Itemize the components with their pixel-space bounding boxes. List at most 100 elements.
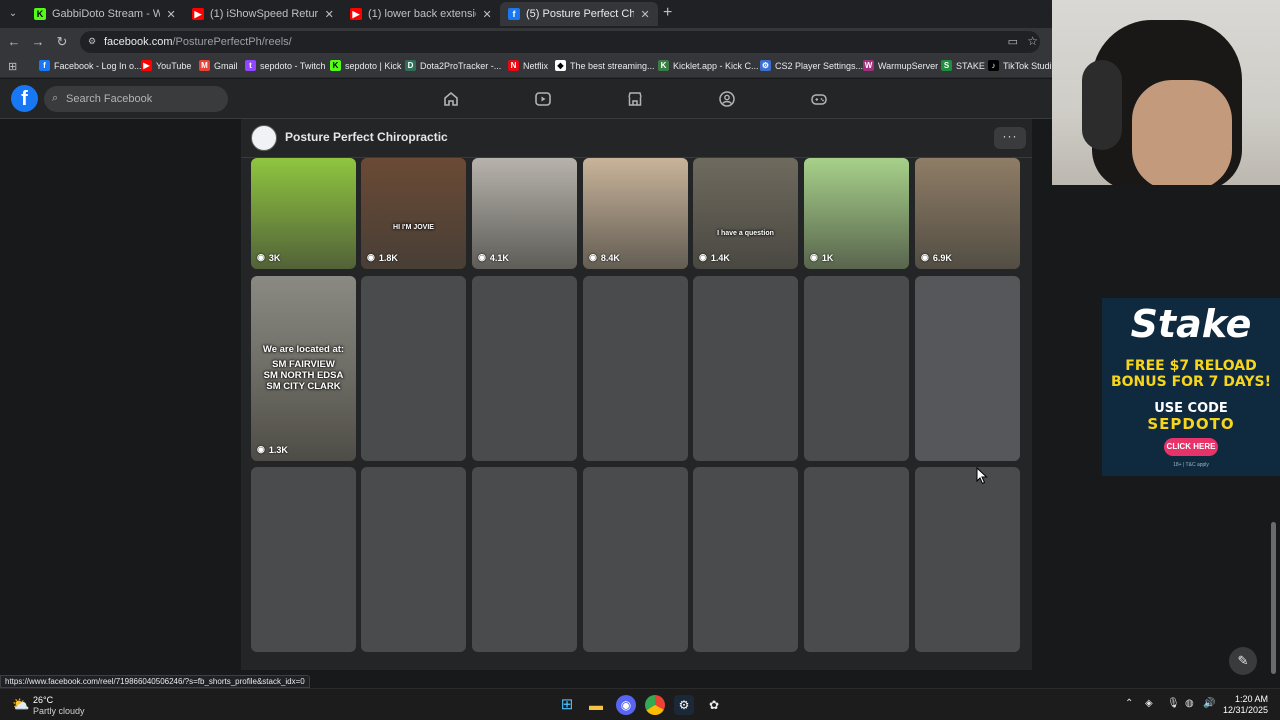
back-icon[interactable]: ← xyxy=(6,34,22,50)
reel-loading-placeholder xyxy=(915,276,1020,461)
bookmark-item[interactable]: M Gmail xyxy=(199,60,238,71)
bookmark-label: STAKE xyxy=(956,60,985,71)
browser-tab[interactable]: ▶ (1) lower back extension - YouT ✕ xyxy=(342,2,500,26)
bookmark-star-icon[interactable]: ☆ xyxy=(1027,34,1038,48)
cast-icon[interactable]: ▭ xyxy=(1008,35,1018,48)
reel-thumbnail[interactable]: ◉ 8.4K xyxy=(583,158,688,269)
network-icon[interactable]: ◍ xyxy=(1185,698,1194,709)
reel-loading-placeholder xyxy=(804,276,909,461)
system-clock[interactable]: 1:20 AM 12/31/2025 xyxy=(1223,694,1268,716)
gaming-icon[interactable] xyxy=(810,90,828,108)
reel-thumbnail[interactable]: ◉ 1K xyxy=(804,158,909,269)
reel-thumbnail[interactable]: I have a question ◉ 1.4K xyxy=(693,158,798,269)
stake-icon: S xyxy=(941,60,952,71)
reel-thumbnail[interactable]: ◉ 3K xyxy=(251,158,356,269)
close-tab-icon[interactable]: ✕ xyxy=(166,8,176,21)
address-bar[interactable]: ⚙ facebook.com/PosturePerfectPh/reels/ ▭… xyxy=(80,31,1040,53)
bookmark-item[interactable]: K Kicklet.app - Kick C... xyxy=(658,60,759,71)
streaming-icon: ◆ xyxy=(555,60,566,71)
new-tab-button[interactable]: + xyxy=(663,5,672,21)
address-url[interactable]: facebook.com/PosturePerfectPh/reels/ xyxy=(104,36,292,48)
apps-grid-icon[interactable]: ⊞ xyxy=(8,60,17,73)
bookmark-item[interactable]: S STAKE xyxy=(941,60,985,71)
browser-tab[interactable]: f (5) Posture Perfect Chiropractic ✕ xyxy=(500,2,658,26)
reel-view-count: ◉ 1K xyxy=(810,252,834,263)
scrollbar[interactable] xyxy=(1271,522,1276,674)
reel-thumbnail[interactable]: ◉ 6.9K xyxy=(915,158,1020,269)
bookmark-item[interactable]: ♪ TikTok Studio xyxy=(988,60,1057,71)
close-tab-icon[interactable]: ✕ xyxy=(324,8,334,21)
home-icon[interactable] xyxy=(442,90,460,108)
youtube-icon: ▶ xyxy=(141,60,152,71)
browser-tab[interactable]: ▶ (1) iShowSpeed Returns to POL ✕ xyxy=(184,2,342,26)
reel-thumbnail[interactable]: HI I'M JOVIE ◉ 1.8K xyxy=(361,158,466,269)
bookmark-item[interactable]: Ksepdoto | Kick xyxy=(330,60,401,71)
page-title[interactable]: Posture Perfect Chiropractic xyxy=(285,130,448,144)
reel-loading-placeholder xyxy=(583,276,688,461)
bookmark-item[interactable]: W WarmupServer xyxy=(863,60,938,71)
bookmark-item[interactable]: N Netflix xyxy=(508,60,548,71)
discord-icon[interactable]: ◉ xyxy=(616,695,636,715)
bookmark-item[interactable]: t sepdoto - Twitch xyxy=(245,60,325,71)
page-header: Posture Perfect Chiropractic ··· xyxy=(241,119,1032,158)
bookmark-item[interactable]: ▶ YouTube xyxy=(141,60,191,71)
bookmark-label: Facebook - Log In o... xyxy=(54,60,142,71)
windows-start-icon[interactable]: ⊞ xyxy=(557,695,577,715)
ad-code-label: USE CODE xyxy=(1154,401,1228,416)
bookmark-label: Dota2ProTracker -... xyxy=(420,60,502,71)
facebook-logo-icon[interactable]: f xyxy=(11,85,38,112)
bookmark-label: CS2 Player Settings... xyxy=(775,60,864,71)
stake-ad-banner[interactable]: Stake FREE $7 RELOAD BONUS FOR 7 DAYS! U… xyxy=(1102,298,1280,476)
tab-search-button[interactable]: ⌄ xyxy=(4,5,22,23)
reload-icon[interactable]: ↻ xyxy=(54,34,70,50)
reel-loading-placeholder xyxy=(583,467,688,652)
microphone-icon[interactable]: 🎙 xyxy=(1167,698,1180,709)
volume-icon[interactable]: 🔊 xyxy=(1203,698,1215,709)
kick-icon: K xyxy=(34,8,46,20)
page-avatar[interactable] xyxy=(251,125,277,151)
reel-thumbnail[interactable]: ◉ 4.1K xyxy=(472,158,577,269)
file-explorer-icon[interactable]: ▬ xyxy=(586,695,606,715)
ad-fine-print: 18+ | T&C apply xyxy=(1173,462,1209,468)
eye-icon: ◉ xyxy=(367,252,375,262)
bookmark-item[interactable]: ◆ The best streaming... xyxy=(555,60,655,71)
marketplace-icon[interactable] xyxy=(626,90,644,108)
reel-thumbnail[interactable]: We are located at: SM FAIRVIEW SM NORTH ED… xyxy=(251,276,356,461)
weather-icon[interactable]: ⛅ xyxy=(12,696,29,713)
bookmark-item[interactable]: D Dota2ProTracker -... xyxy=(405,60,501,71)
twitch-icon: t xyxy=(245,60,256,71)
site-info-icon[interactable]: ⚙ xyxy=(88,36,98,46)
bookmark-label: Netflix xyxy=(523,60,549,71)
facebook-search[interactable]: ⌕ xyxy=(44,86,228,112)
groups-icon[interactable] xyxy=(718,90,736,108)
eye-icon: ◉ xyxy=(699,252,707,262)
tray-overflow-icon[interactable]: ⌃ xyxy=(1125,698,1133,709)
browser-toolbar: ← → ↻ ⚙ facebook.com/PosturePerfectPh/re… xyxy=(0,28,1052,56)
ad-click-here-button[interactable]: CLICK HERE xyxy=(1164,438,1218,456)
ad-promo-text: FREE $7 RELOAD BONUS FOR 7 DAYS! xyxy=(1110,358,1272,390)
chrome-icon[interactable] xyxy=(645,695,665,715)
bookmark-item[interactable]: f Facebook - Log In o... xyxy=(39,60,142,71)
more-options-button[interactable]: ··· xyxy=(994,127,1026,149)
close-tab-icon[interactable]: ✕ xyxy=(640,8,650,21)
search-input[interactable] xyxy=(66,90,216,108)
weather-condition[interactable]: Partly cloudy xyxy=(33,706,85,716)
settings-app-icon[interactable]: ✿ xyxy=(704,695,724,715)
status-url: https://www.facebook.com/reel/7198660405… xyxy=(0,675,310,688)
facebook-icon: f xyxy=(508,8,520,20)
kick-icon: K xyxy=(330,60,341,71)
steam-icon[interactable]: ⚙ xyxy=(674,695,694,715)
new-message-button[interactable]: ✎ xyxy=(1229,647,1257,675)
reel-view-count: ◉ 3K xyxy=(257,252,281,263)
tray-app-icon[interactable]: ◈ xyxy=(1145,698,1153,709)
webcam-overlay xyxy=(1052,0,1280,185)
video-icon[interactable] xyxy=(534,90,552,108)
reel-loading-placeholder xyxy=(361,276,466,461)
bookmark-item[interactable]: ⚙ CS2 Player Settings... xyxy=(760,60,863,71)
forward-icon[interactable]: → xyxy=(30,34,46,50)
browser-tab[interactable]: K GabbiDoto Stream - Watch Live ✕ xyxy=(26,2,184,26)
weather-temperature[interactable]: 26°C xyxy=(33,695,53,705)
close-tab-icon[interactable]: ✕ xyxy=(482,8,492,21)
eye-icon: ◉ xyxy=(478,252,486,262)
eye-icon: ◉ xyxy=(589,252,597,262)
